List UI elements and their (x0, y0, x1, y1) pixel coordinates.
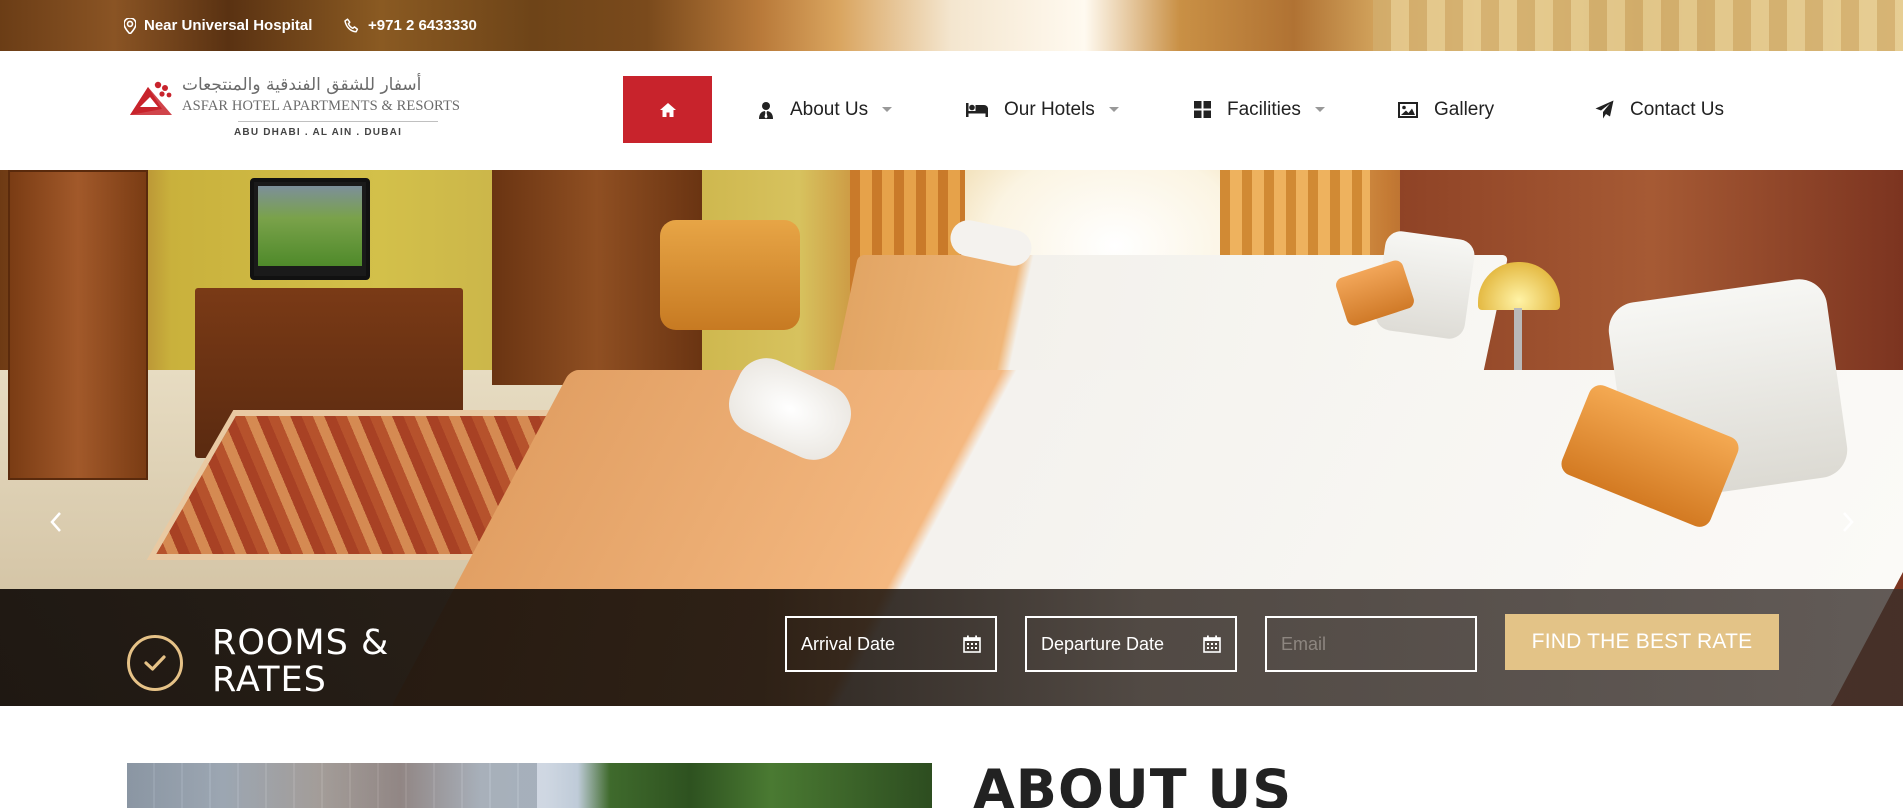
phone-info[interactable]: +971 2 6433330 (344, 0, 477, 51)
about-section-title: ABOUT US (973, 758, 1293, 808)
slide-image-chair (660, 220, 800, 330)
nav-label-contact-us: Contact Us (1630, 98, 1724, 120)
logo-cities: ABU DHABI . AL AIN . DUBAI (234, 127, 403, 138)
booking-title: ROOMS & RATES (212, 623, 390, 700)
logo-name: ASFAR HOTEL APARTMENTS & RESORTS (182, 98, 461, 114)
chevron-down-icon (1108, 107, 1119, 112)
calendar-icon[interactable] (1203, 635, 1221, 653)
nav-label-gallery: Gallery (1434, 98, 1495, 120)
home-icon (659, 102, 676, 117)
about-image-building (127, 763, 537, 808)
about-hotel-image (127, 763, 932, 808)
find-best-rate-button[interactable]: FIND THE BEST RATE (1505, 614, 1779, 670)
nav-item-contact-us[interactable]: Contact Us (1595, 76, 1724, 143)
image-icon (1398, 101, 1418, 118)
slider-prev-button[interactable] (44, 510, 68, 534)
booking-bar: ROOMS & RATES Arrival Date Departure Dat… (0, 589, 1903, 706)
slide-image-lamp-stem (1514, 308, 1522, 378)
nav-home-button[interactable] (623, 76, 712, 143)
phone-text: +971 2 6433330 (368, 17, 477, 34)
map-marker-icon (124, 17, 136, 34)
phone-icon (344, 17, 359, 33)
location-info: Near Universal Hospital (124, 0, 312, 51)
user-tie-icon (758, 101, 774, 119)
top-bar: Near Universal Hospital +971 2 6433330 (0, 0, 1903, 51)
chevron-down-icon (882, 107, 893, 112)
nav-item-gallery[interactable]: Gallery (1398, 76, 1494, 143)
nav-label-about-us: About Us (790, 98, 869, 120)
logo-arabic-name: أسفار للشقق الفندقية والمنتجعات (182, 75, 422, 95)
top-bar-background-stripes (1373, 0, 1903, 51)
arrival-date-label: Arrival Date (801, 633, 896, 654)
chevron-right-icon (1843, 512, 1854, 532)
slide-image-tv (250, 178, 370, 280)
calendar-icon[interactable] (963, 635, 981, 653)
main-header: أسفار للشقق الفندقية والمنتجعات ASFAR HO… (0, 51, 1903, 170)
logo-divider (238, 121, 438, 122)
location-text: Near Universal Hospital (144, 17, 313, 34)
nav-label-our-hotels: Our Hotels (1004, 98, 1095, 120)
nav-item-about-us[interactable]: About Us (758, 76, 893, 143)
nav-item-our-hotels[interactable]: Our Hotels (966, 76, 1119, 143)
arrival-date-field[interactable]: Arrival Date (785, 616, 997, 672)
bed-icon (966, 102, 988, 117)
departure-date-field[interactable]: Departure Date (1025, 616, 1237, 672)
paper-plane-icon (1595, 100, 1614, 119)
departure-date-label: Departure Date (1041, 633, 1165, 654)
asfar-logo-mark-icon (130, 81, 172, 115)
chevron-left-icon (50, 512, 61, 532)
nav-label-facilities: Facilities (1227, 98, 1301, 120)
email-input[interactable]: Email (1265, 616, 1477, 672)
check-circle-icon (127, 635, 183, 691)
chevron-down-icon (1314, 107, 1325, 112)
nav-item-facilities[interactable]: Facilities (1194, 76, 1325, 143)
email-placeholder: Email (1281, 633, 1327, 654)
brand-logo[interactable]: أسفار للشقق الفندقية والمنتجعات ASFAR HO… (128, 73, 468, 157)
slider-next-button[interactable] (1836, 510, 1860, 534)
grid-icon (1194, 101, 1211, 118)
slide-image-wardrobe (8, 170, 148, 480)
